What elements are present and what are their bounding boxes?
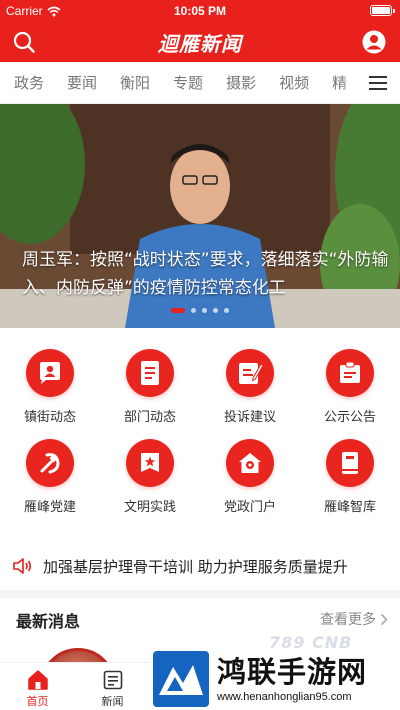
tab-photography[interactable]: 摄影 [226,72,256,93]
quick-link-dept-news[interactable]: 部门动态 [100,340,200,430]
carousel-dot[interactable] [191,308,196,313]
quick-link-label: 镇街动态 [23,410,76,425]
quick-link-label: 投诉建议 [223,410,276,425]
carousel-dot[interactable] [213,308,218,313]
quick-link-label: 文明实践 [123,500,176,515]
tab-headlines[interactable]: 要闻 [67,72,97,93]
tab-politics[interactable]: 政务 [14,72,44,93]
quick-link-gov-portal[interactable]: 党政门户 [200,430,300,520]
watermark-name: 鸿联手游网 [217,655,368,689]
hamburger-menu-icon [369,75,387,90]
status-bar: Carrier 10:05 PM [0,0,400,22]
quick-link-town-news[interactable]: 镇街动态 [0,340,100,430]
quick-link-label: 雁峰党建 [23,500,76,515]
edit-icon [226,349,274,397]
watermark: 789 CNB 鸿联手游网 www.henanhonglian95.com [151,633,400,710]
bottom-nav: 首页 新闻 [0,662,150,710]
user-icon [362,30,386,54]
carousel-dot[interactable] [224,308,229,313]
user-profile-button[interactable] [362,30,386,54]
watermark-logo-icon [153,651,209,707]
tab-video[interactable]: 视频 [279,72,309,93]
quick-link-label: 党政门户 [223,500,276,515]
quick-link-label: 雁峰智库 [323,500,376,515]
quick-link-party-building[interactable]: 雁峰党建 [0,430,100,520]
watermark-url: www.henanhonglian95.com [217,691,352,703]
clock: 10:05 PM [173,4,227,18]
tab-featured[interactable]: 精 [332,72,347,93]
quick-link-label: 部门动态 [123,410,176,425]
chevron-right-icon [380,613,388,625]
tab-hengyang[interactable]: 衡阳 [120,72,150,93]
news-icon [103,670,122,690]
home-icon [27,670,48,690]
tab-menu-button[interactable] [356,62,400,103]
quick-link-announcements[interactable]: 公示公告 [300,340,400,430]
battery-icon [370,5,395,16]
notice-text[interactable]: 加强基层护理骨干培训 助力护理服务质量提升 [43,556,348,577]
quick-links-grid: 镇街动态 部门动态 投诉建议 公示公告 雁峰党建 文明实践 党政门户 雁峰智库 [0,340,400,530]
home-icon [226,439,274,487]
party-emblem-icon [26,439,74,487]
category-tab-bar: 政务 要闻 衡阳 专题 摄影 视频 精 [0,62,400,104]
carousel-indicator [0,308,400,313]
latest-news-header: 最新消息 查看更多 [0,598,400,638]
section-title: 最新消息 [16,612,81,631]
view-more-label: 查看更多 [320,612,376,628]
notice-ticker[interactable]: 加强基层护理骨干培训 助力护理服务质量提升 [0,548,400,584]
book-icon [326,439,374,487]
nav-label: 首页 [26,695,49,708]
quick-link-label: 公示公告 [323,410,376,425]
app-title: 迴雁新闻 [158,32,242,56]
carousel-dot[interactable] [202,308,207,313]
nav-label: 新闻 [101,695,124,708]
category-tabs: 政务 要闻 衡阳 专题 摄影 视频 精 [14,72,347,93]
speaker-icon [13,558,32,574]
nav-home[interactable]: 首页 [0,663,75,710]
person-icon [26,349,74,397]
banner-headline[interactable]: 周玉军：按照“战时状态”要求，落细落实“外防输入、内防反弹”的疫情防控常态化工 [22,246,390,302]
quick-link-complaints[interactable]: 投诉建议 [200,340,300,430]
banner-carousel[interactable]: 周玉军：按照“战时状态”要求，落细落实“外防输入、内防反弹”的疫情防控常态化工 [0,104,400,328]
view-more-link[interactable]: 查看更多 [320,609,388,629]
carousel-dot[interactable] [171,308,185,313]
quick-link-think-tank[interactable]: 雁峰智库 [300,430,400,520]
clipboard-icon [326,349,374,397]
section-divider [0,590,400,598]
quick-link-civilization[interactable]: 文明实践 [100,430,200,520]
tab-topics[interactable]: 专题 [173,72,203,93]
nav-news[interactable]: 新闻 [75,663,150,710]
app-header: 迴雁新闻 [0,22,400,62]
document-icon [126,349,174,397]
star-banner-icon [126,439,174,487]
